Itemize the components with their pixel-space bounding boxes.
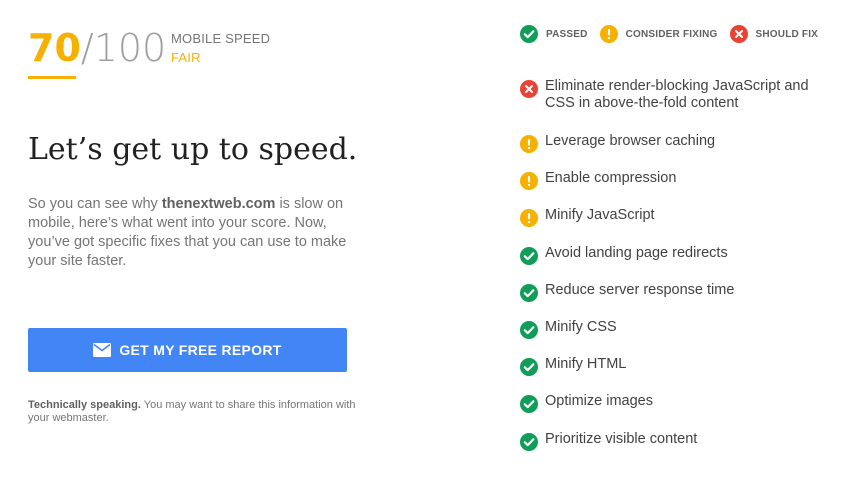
rule-label: Minify HTML: [545, 356, 627, 373]
legend-passed: PASSED: [520, 25, 588, 43]
rule-label: Minify CSS: [545, 318, 617, 335]
rule-label: Avoid landing page redirects: [545, 244, 728, 261]
rule-item[interactable]: Prioritize visible content: [520, 431, 820, 468]
score-total: /100: [80, 26, 167, 70]
rule-label: Reduce server response time: [545, 281, 735, 298]
speed-rating: FAIR: [171, 50, 201, 65]
check-circle-icon: [520, 246, 538, 265]
x-circle-icon: [729, 25, 748, 43]
rule-item[interactable]: Avoid landing page redirects: [520, 245, 820, 282]
check-circle-icon: [520, 432, 538, 451]
rule-label: Optimize images: [545, 393, 653, 410]
check-circle-icon: [520, 358, 538, 377]
legend-should-fix: SHOULD FIX: [729, 25, 819, 43]
headline: Let’s get up to speed.: [28, 132, 358, 167]
x-circle-icon: [520, 80, 538, 98]
speed-label: MOBILE SPEED: [171, 31, 271, 46]
rule-item[interactable]: Optimize images: [520, 393, 820, 430]
rule-item[interactable]: Minify JavaScript: [520, 207, 820, 244]
get-free-report-button[interactable]: GET MY FREE REPORT: [28, 328, 347, 372]
rule-item[interactable]: Minify CSS: [520, 319, 820, 356]
rule-item[interactable]: Enable compression: [520, 170, 820, 207]
rule-item[interactable]: Reduce server response time: [520, 282, 820, 319]
legend-consider-fixing: CONSIDER FIXING: [599, 25, 718, 43]
rule-label: Eliminate render-blocking JavaScript and…: [545, 78, 809, 111]
rule-list: Eliminate render-blocking JavaScript and…: [520, 78, 820, 468]
score: 70/100: [28, 28, 166, 68]
footnote: Technically speaking. You may want to sh…: [28, 399, 358, 425]
description: So you can see why thenextweb.com is slo…: [28, 195, 358, 271]
exclamation-circle-icon: [520, 172, 538, 191]
exclamation-circle-icon: [599, 25, 618, 43]
score-underline: [28, 76, 76, 79]
legend-passed-label: PASSED: [546, 28, 588, 40]
exclamation-circle-icon: [520, 135, 538, 153]
legend-should-fix-label: SHOULD FIX: [755, 28, 819, 40]
rule-label: Prioritize visible content: [545, 430, 698, 447]
check-circle-icon: [520, 320, 538, 339]
rule-label: Minify JavaScript: [545, 207, 655, 224]
check-circle-icon: [520, 283, 538, 302]
mail-icon: [93, 343, 112, 357]
check-circle-icon: [520, 395, 538, 414]
rule-item[interactable]: Leverage browser caching: [520, 133, 820, 170]
legend: PASSED CONSIDER FIXING SHOULD FIX: [520, 25, 830, 43]
legend-consider-fixing-label: CONSIDER FIXING: [625, 28, 718, 40]
score-block: 70/100 MOBILE SPEED FAIR: [28, 28, 288, 80]
score-value: 70: [28, 26, 81, 70]
rule-label: Enable compression: [545, 170, 677, 187]
check-circle-icon: [520, 25, 538, 43]
rule-item[interactable]: Eliminate render-blocking JavaScript and…: [520, 78, 820, 133]
footnote-bold: Technically speaking.: [28, 399, 141, 411]
report-button-label: GET MY FREE REPORT: [119, 342, 282, 358]
rule-label: Leverage browser caching: [545, 133, 716, 149]
description-prefix: So you can see why: [28, 196, 162, 212]
rule-item[interactable]: Minify HTML: [520, 356, 820, 393]
exclamation-circle-icon: [520, 209, 538, 228]
description-domain: thenextweb.com: [161, 196, 276, 212]
